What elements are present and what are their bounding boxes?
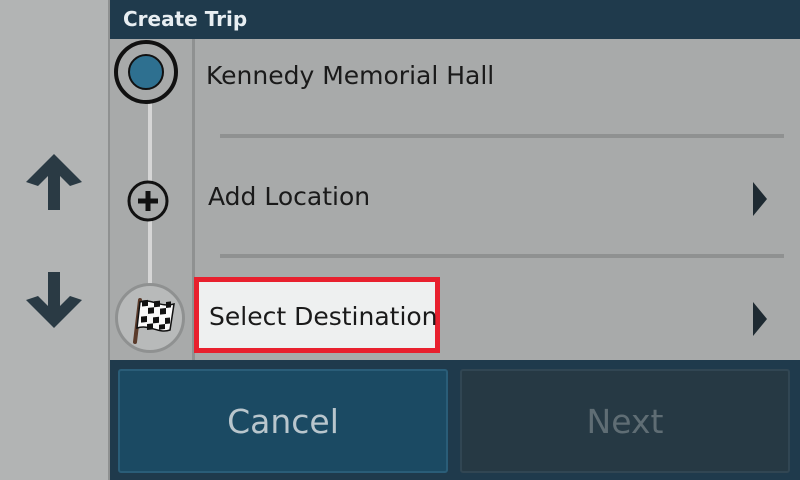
checkered-flag-icon bbox=[133, 298, 175, 344]
page-title: Create Trip bbox=[123, 7, 248, 31]
arrow-down-icon bbox=[26, 272, 82, 328]
origin-marker-icon bbox=[114, 40, 178, 104]
header-bar: Create Trip bbox=[110, 0, 800, 39]
scroll-panel bbox=[0, 0, 110, 480]
add-location-label: Add Location bbox=[208, 182, 371, 211]
row-separator bbox=[220, 134, 784, 138]
origin-label: Kennedy Memorial Hall bbox=[206, 61, 495, 90]
add-circle-icon bbox=[127, 180, 169, 222]
scroll-down-button[interactable] bbox=[20, 266, 88, 334]
action-bar: Cancel Next bbox=[110, 360, 800, 480]
destination-label: Select Destination bbox=[209, 302, 438, 331]
chevron-right-icon bbox=[753, 302, 767, 336]
list-item-origin[interactable]: Kennedy Memorial Hall bbox=[110, 39, 800, 121]
trip-list: Kennedy Memorial Hall Add Location Selec… bbox=[110, 39, 800, 360]
cancel-button[interactable]: Cancel bbox=[118, 369, 448, 473]
destination-marker bbox=[115, 283, 185, 353]
select-destination-button[interactable]: Select Destination bbox=[194, 277, 440, 353]
list-item-destination[interactable]: Select Destination bbox=[110, 259, 800, 369]
arrow-up-icon bbox=[26, 154, 82, 210]
row-separator bbox=[220, 254, 784, 258]
scroll-up-button[interactable] bbox=[20, 148, 88, 216]
chevron-right-icon bbox=[753, 182, 767, 216]
origin-dot bbox=[128, 54, 164, 90]
list-item-add-location[interactable]: Add Location bbox=[110, 139, 800, 249]
next-button[interactable]: Next bbox=[460, 369, 790, 473]
